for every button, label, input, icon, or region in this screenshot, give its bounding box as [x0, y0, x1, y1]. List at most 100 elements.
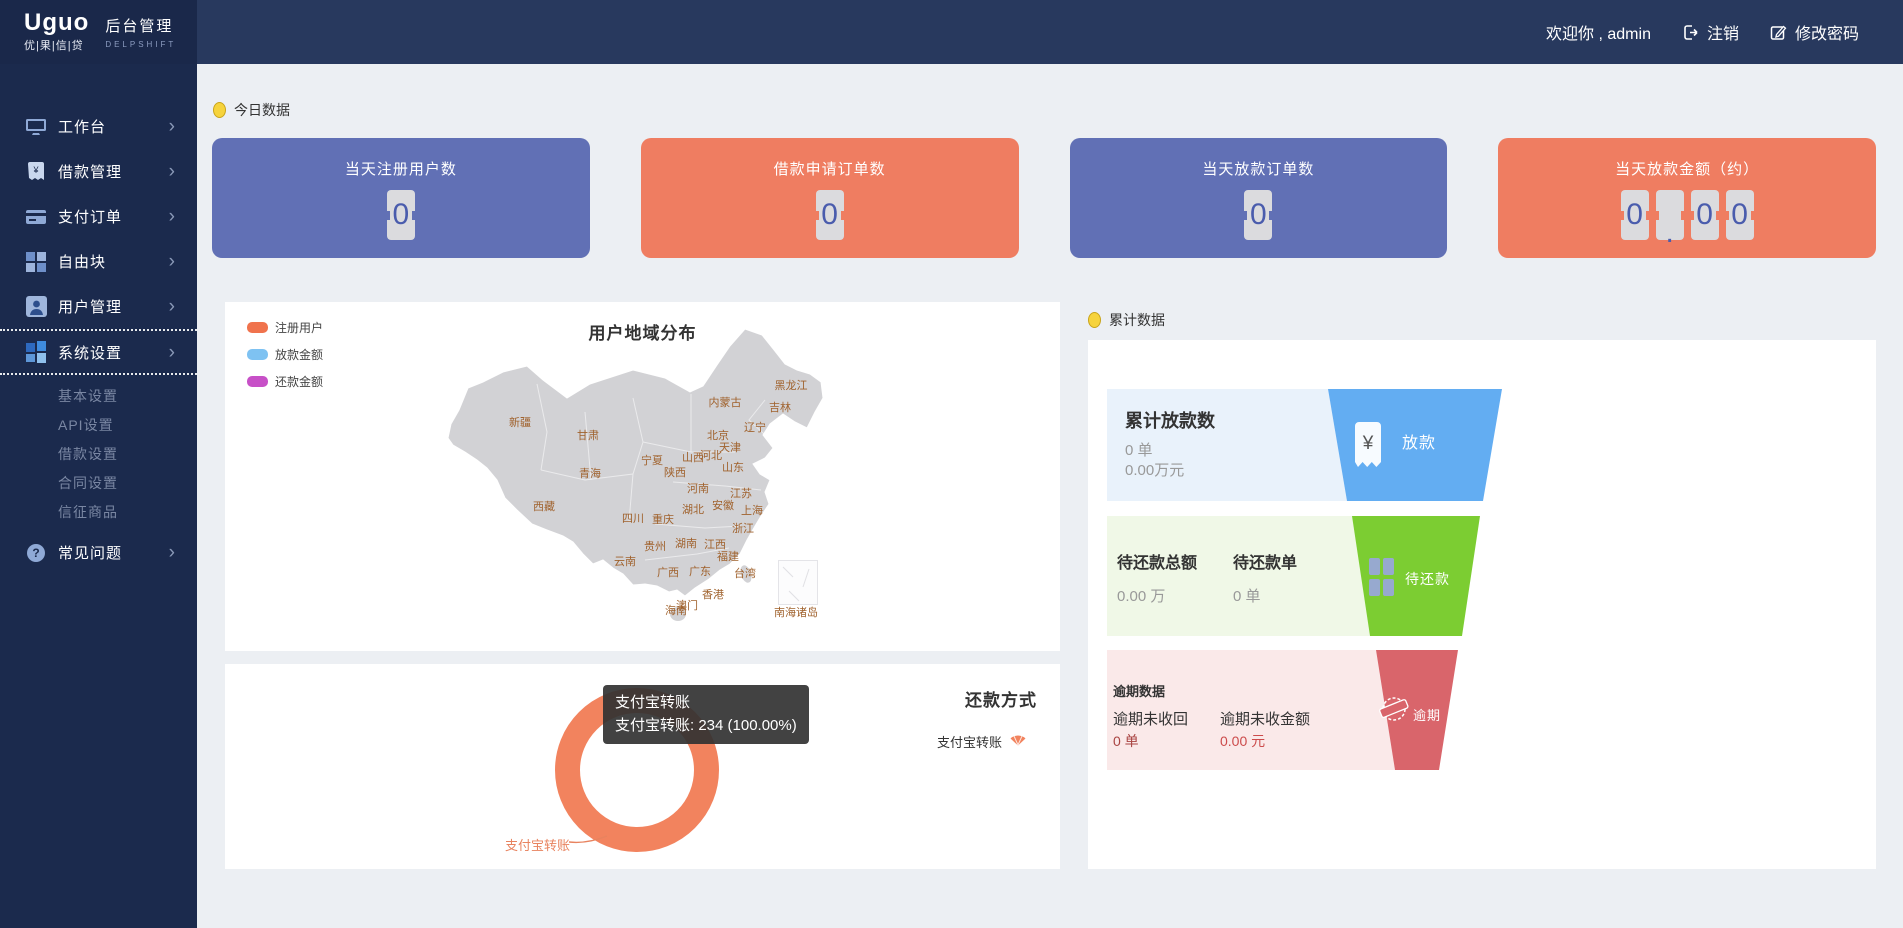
stat-card-0: 当天注册用户数 0: [212, 138, 590, 258]
flip-digit: 0: [1621, 190, 1649, 240]
province-label: 辽宁: [744, 419, 766, 435]
summary-section-label: 累计数据: [1088, 310, 1165, 330]
stat-card-3: 当天放款金额（约）0.00: [1498, 138, 1876, 258]
sidebar-item-label: 支付订单: [58, 206, 122, 227]
province-label: 山东: [722, 459, 744, 475]
sidebar-item-settings[interactable]: 系统设置›: [0, 329, 197, 375]
flip-digit: 0: [1244, 190, 1272, 240]
donut-legend-item[interactable]: 支付宝转账: [937, 732, 1028, 751]
payment-card-icon: [25, 206, 47, 228]
province-label: 台湾: [734, 565, 756, 581]
province-label: 新疆: [509, 414, 531, 430]
flip-digit: 0: [816, 190, 844, 240]
province-label: 重庆: [652, 511, 674, 527]
flip-digit: .: [1656, 190, 1684, 240]
sidebar-subitem[interactable]: 合同设置: [0, 468, 197, 497]
province-label: 黑龙江: [775, 377, 808, 393]
user-icon: [25, 296, 47, 318]
chevron-right-icon: ›: [169, 543, 175, 562]
settings-blocks-icon: [25, 341, 47, 363]
province-label: 安徽: [712, 497, 734, 513]
chart-tooltip: 支付宝转账 支付宝转账: 234 (100.00%): [603, 685, 809, 744]
province-label: 浙江: [732, 520, 754, 536]
product-name: 后台管理: [105, 15, 176, 36]
sidebar-item-blocks[interactable]: 自由块 ›: [0, 239, 197, 284]
sidebar-subitem[interactable]: 借款设置: [0, 439, 197, 468]
loan-ticket-icon: ¥: [25, 161, 47, 183]
logout-button[interactable]: 注销: [1681, 20, 1739, 44]
province-label: 宁夏: [641, 452, 663, 468]
sidebar-item-workbench[interactable]: 工作台 ›: [0, 104, 197, 149]
sidebar-item-users[interactable]: 用户管理 ›: [0, 284, 197, 329]
sidebar-subitem[interactable]: 基本设置: [0, 381, 197, 410]
row2-field1-label: 待还款总额: [1117, 549, 1197, 573]
province-label: 湖南: [675, 535, 697, 551]
header-actions: 欢迎你 , admin 注销 修改密码: [1546, 0, 1859, 64]
donut-label-line: [567, 830, 627, 850]
summary-panel: 累计放款数 0 单 0.00万元 ¥ 放款 待还款总额 0.00 万 待还款单 …: [1088, 340, 1876, 869]
sidebar-submenu-settings: 基本设置API设置借款设置合同设置信征商品: [0, 375, 197, 530]
sidebar-item-label: 用户管理: [58, 296, 122, 317]
fan-legend-icon: [1008, 733, 1028, 751]
sidebar-item-label: 借款管理: [58, 161, 122, 182]
flip-digit: 0: [1726, 190, 1754, 240]
row1-count: 0 单: [1125, 439, 1153, 460]
change-password-button[interactable]: 修改密码: [1769, 20, 1859, 44]
coin-icon: [213, 102, 226, 118]
row3-banner-label: 逾期: [1413, 705, 1441, 724]
sidebar-nav: 工作台›¥借款管理›支付订单›自由块›用户管理›系统设置›基本设置API设置借款…: [0, 64, 197, 928]
edit-icon: [1769, 23, 1788, 42]
coin-icon: [1088, 312, 1101, 328]
province-label: 香港: [702, 586, 724, 602]
province-label: 青海: [579, 465, 601, 481]
row2-field2-value: 0 单: [1233, 585, 1261, 606]
sidebar-item-label: 自由块: [58, 251, 106, 272]
province-label: 广西: [657, 564, 679, 580]
sidebar-subitem[interactable]: 信征商品: [0, 497, 197, 526]
chevron-right-icon: ›: [169, 117, 175, 136]
stat-card-2: 当天放款订单数 0: [1070, 138, 1448, 258]
stat-card-title: 当天放款金额（约）: [1498, 138, 1876, 179]
province-label: 贵州: [644, 538, 666, 554]
monitor-icon: [25, 116, 47, 138]
blocks-icon: [25, 251, 47, 273]
yuan-ticket-icon: ¥: [1353, 420, 1383, 475]
sidebar-item-payments[interactable]: 支付订单›: [0, 194, 197, 239]
stat-card-title: 当天注册用户数: [212, 138, 590, 179]
province-label: 福建: [717, 548, 739, 564]
province-label: 内蒙古: [709, 394, 742, 410]
flip-digit: 0: [1691, 190, 1719, 240]
stat-card-title: 借款申请订单数: [641, 138, 1019, 179]
brand-logo: Uguo 优|果|信|贷 后台管理 DELPSHIFT: [0, 0, 197, 64]
svg-text:¥: ¥: [32, 165, 39, 175]
flip-counter: 0: [641, 190, 1019, 240]
sidebar-item-label: 常见问题: [58, 542, 122, 563]
province-label: 陕西: [664, 464, 686, 480]
donut-series-label: 支付宝转账: [505, 835, 570, 854]
row3-field2-label: 逾期未收金额: [1220, 708, 1310, 729]
flip-counter: 0: [1070, 190, 1448, 240]
svg-text:?: ?: [32, 546, 39, 560]
user-region-map-card: 用户地域分布 注册用户放款金额还款金额 黑龙江内蒙古吉林辽宁新疆甘肃北京天津: [225, 302, 1060, 651]
chevron-right-icon: ›: [169, 252, 175, 271]
province-label: 天津: [719, 439, 741, 455]
stat-card-title: 当天放款订单数: [1070, 138, 1448, 179]
chevron-right-icon: ›: [169, 297, 175, 316]
row3-field1-label: 逾期未收回: [1113, 708, 1188, 729]
sidebar-item-faq[interactable]: ? 常见问题 ›: [0, 530, 197, 575]
sidebar-subitem[interactable]: API设置: [0, 410, 197, 439]
sidebar-item-label: 工作台: [58, 116, 106, 137]
province-label: 河南: [687, 480, 709, 496]
grid-icon: [1369, 558, 1395, 603]
province-label: 南海诸岛: [774, 604, 818, 620]
sidebar-item-loans[interactable]: ¥借款管理›: [0, 149, 197, 194]
repayment-method-card: 支付宝转账 还款方式 支付宝转账 支付宝转账 支付宝转账: 234 (100.0…: [225, 664, 1060, 869]
today-section-label: 今日数据: [213, 100, 290, 120]
chevron-right-icon: ›: [169, 343, 175, 362]
product-subtitle: DELPSHIFT: [105, 40, 176, 49]
today-stat-cards: 当天注册用户数0借款申请订单数0当天放款订单数0当天放款金额（约）0.00: [212, 138, 1876, 258]
overdue-stamp-icon: [1379, 692, 1409, 731]
row3-header: 逾期数据: [1113, 681, 1165, 700]
flip-counter: 0: [212, 190, 590, 240]
province-label: 广东: [689, 563, 711, 579]
